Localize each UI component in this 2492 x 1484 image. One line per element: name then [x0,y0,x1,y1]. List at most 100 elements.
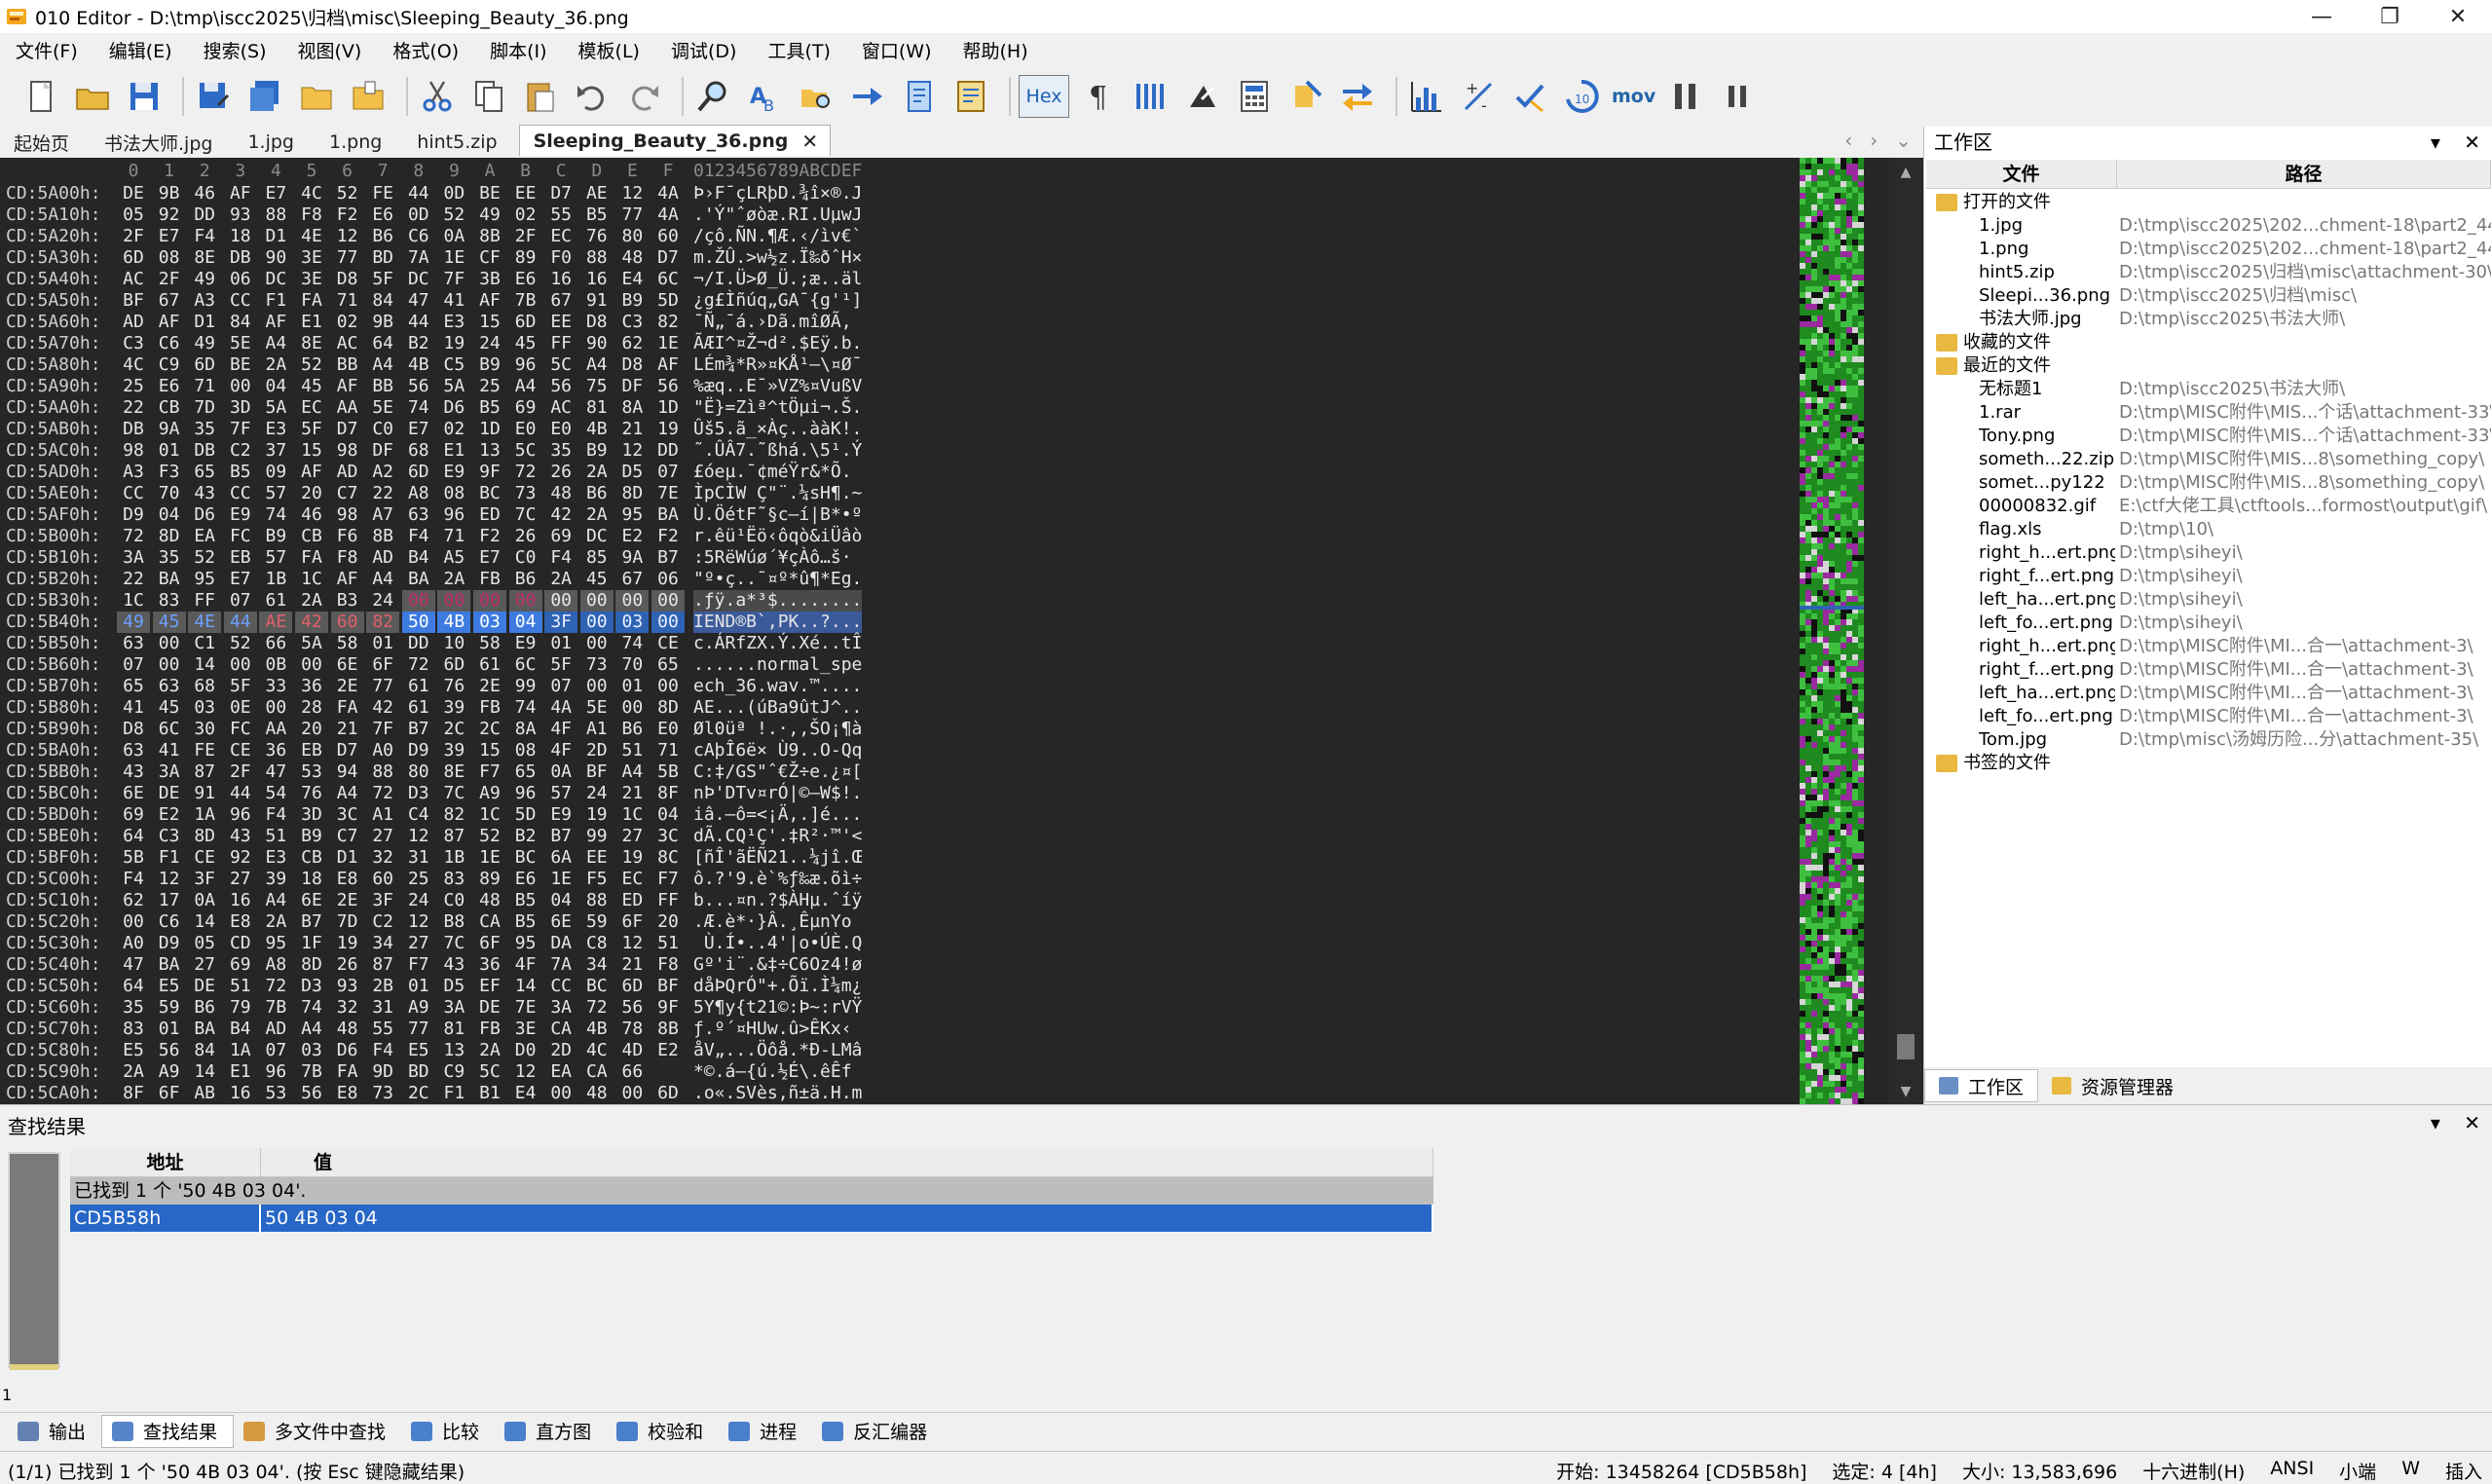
hex-byte[interactable]: 26 [509,526,542,547]
hex-byte[interactable]: 35 [544,440,577,462]
hex-byte[interactable]: A0 [366,740,399,761]
hex-byte[interactable]: F6 [331,526,364,547]
hex-byte[interactable]: C0 [437,890,470,911]
workspace-group-3[interactable]: 书签的文件 [1924,752,2492,775]
hex-byte[interactable]: F4 [117,869,150,890]
hex-byte[interactable]: 00 [651,590,685,612]
hex-byte[interactable]: A4 [366,569,399,590]
hex-byte[interactable]: 02 [437,419,470,440]
workspace-tab-0[interactable]: 工作区 [1924,1069,2039,1102]
status-size[interactable]: 大小: 13,583,696 [1962,1458,2117,1484]
bottom-tab-1[interactable]: 查找结果 [101,1414,235,1448]
hex-byte[interactable]: B1 [473,1083,506,1104]
menu-item-9[interactable]: 窗口(W) [846,37,948,63]
hex-byte[interactable]: 46 [295,504,328,526]
hex-byte[interactable]: 4E [188,612,222,633]
hex-byte[interactable]: 22 [117,397,150,419]
hex-byte[interactable]: CC [224,290,257,312]
workspace-file-item[interactable]: somet...py122 D:\tmp\MISC附件\MIS...8\somet… [1924,471,2492,495]
hex-byte[interactable]: CC [224,483,257,504]
hex-byte[interactable]: 4A [651,204,685,226]
hex-byte[interactable]: BB [366,376,399,397]
hex-byte[interactable]: 82 [437,804,470,826]
hex-byte[interactable]: 61 [402,676,435,697]
hex-byte[interactable]: 69 [117,804,150,826]
workspace-file-item[interactable]: 1.jpg D:\tmp\iscc2025\202...chment-18\par… [1924,214,2492,238]
hex-ascii[interactable]: ¬/I.Ü>Ø_Ü.;æ..äl [693,269,862,290]
hex-byte[interactable]: DC [580,526,614,547]
hex-byte[interactable]: BA [651,504,685,526]
hex-byte[interactable]: 01 [615,676,649,697]
hex-byte[interactable]: F8 [295,204,328,226]
hex-byte[interactable]: 6A [544,847,577,869]
hex-byte[interactable]: 6D [402,462,435,483]
hex-byte[interactable]: 16 [580,269,614,290]
hex-byte[interactable]: 4C [580,1040,614,1061]
hex-byte[interactable]: A8 [259,954,292,976]
hex-byte[interactable]: 87 [437,826,470,847]
hex-byte[interactable]: B5 [509,911,542,933]
workspace-file-item[interactable]: 00000832.gif E:\ctf大佬工具\ctftools...formos… [1924,495,2492,518]
hex-byte[interactable]: 77 [615,204,649,226]
hex-ascii[interactable]: c.ÁRfZX.Ý.Xé..tÎ [693,633,862,654]
hex-byte[interactable]: 84 [188,1040,221,1061]
hex-byte[interactable]: 6D [188,354,221,376]
hex-byte[interactable]: 4A [651,183,685,204]
hex-byte[interactable]: F0 [544,247,577,269]
workspace-col-file[interactable]: 文件 [1926,160,2117,189]
hex-byte[interactable]: 77 [331,247,364,269]
hex-byte[interactable]: B7 [544,826,577,847]
hex-byte[interactable]: 02 [509,204,542,226]
hex-byte[interactable]: 2A [544,569,577,590]
hex-byte[interactable]: FA [331,697,364,719]
hex-byte[interactable]: AF [259,312,292,333]
hex-byte[interactable]: 36 [473,954,506,976]
hex-byte[interactable]: FB [473,697,506,719]
hex-byte[interactable]: 74 [402,397,435,419]
hex-byte[interactable]: 8F [117,1083,150,1104]
hex-byte[interactable]: 8A [509,719,542,740]
hex-byte[interactable]: 5A [437,376,470,397]
hex-byte[interactable]: 76 [295,783,328,804]
hex-byte[interactable]: F2 [331,204,364,226]
hex-byte[interactable]: 5F [295,419,328,440]
hex-byte[interactable]: 5B [117,847,150,869]
hex-byte[interactable]: 2A [117,1061,150,1083]
hex-byte[interactable]: 34 [366,933,399,954]
hex-byte[interactable]: 67 [544,290,577,312]
hex-byte[interactable]: 51 [651,933,685,954]
hex-byte[interactable]: 70 [615,654,649,676]
hex-byte[interactable]: 42 [544,504,577,526]
replace-button[interactable]: AB [743,72,786,121]
hex-byte[interactable]: A4 [615,761,649,783]
hex-byte[interactable]: 00 [508,590,542,612]
hex-byte[interactable]: D9 [117,504,150,526]
hex-byte[interactable]: 51 [224,976,257,997]
scroll-down-icon[interactable]: ▼ [1889,1081,1922,1101]
hex-ascii[interactable]: ÌpCÌW Ç"¨.¼sH¶.~ [693,483,862,504]
hex-byte[interactable]: 12 [153,869,186,890]
file-tab-1[interactable]: 书法大师.jpg [91,129,234,156]
hex-byte[interactable]: 3D [224,397,257,419]
hex-byte[interactable]: 07 [117,654,150,676]
hex-byte[interactable]: 3C [651,826,685,847]
hex-byte[interactable]: 73 [580,654,614,676]
tab-prev-button[interactable]: ‹ [1844,129,1852,152]
copy-button[interactable] [467,72,510,121]
hex-byte[interactable]: C5 [437,354,470,376]
hex-byte[interactable]: 2C [402,1083,435,1104]
hex-byte[interactable]: BB [331,354,364,376]
hex-byte[interactable]: AF [331,376,364,397]
hex-byte[interactable]: 41 [153,740,186,761]
hex-byte[interactable]: 03 [615,612,650,633]
hex-byte[interactable]: 19 [615,847,649,869]
hex-byte[interactable]: 4C [117,354,150,376]
hex-byte[interactable]: 19 [651,419,685,440]
hex-byte[interactable]: 14 [188,1061,221,1083]
hex-byte[interactable]: D8 [117,719,150,740]
hex-byte[interactable]: 22 [366,483,399,504]
hex-byte[interactable]: ED [473,504,506,526]
hex-byte[interactable]: CC [117,483,150,504]
hex-byte[interactable]: 9D [366,1061,399,1083]
save-as-button[interactable] [192,72,235,121]
